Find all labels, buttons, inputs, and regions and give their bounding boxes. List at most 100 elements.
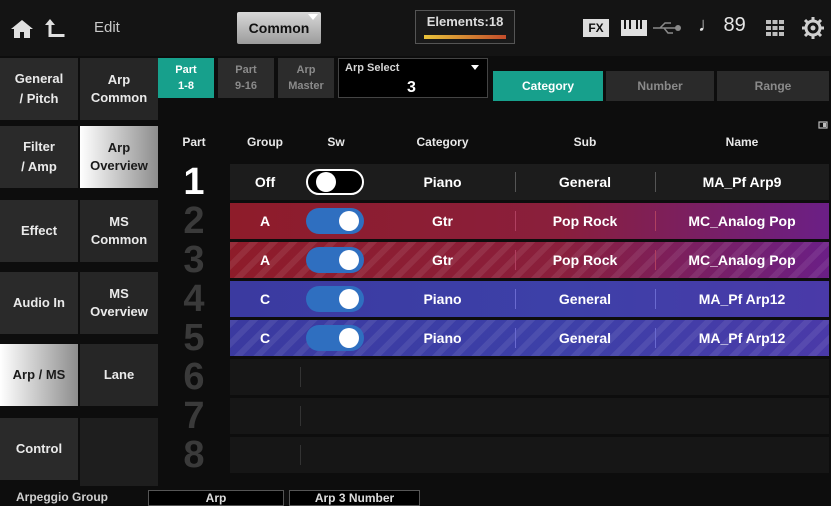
arp-button[interactable]: Arp: [148, 490, 284, 506]
elements-meter: [424, 35, 506, 39]
toggle-knob: [339, 328, 359, 348]
menu-effect-label: Effect: [20, 223, 58, 238]
toggle-knob: [339, 211, 359, 231]
category-cell[interactable]: Gtr: [370, 203, 515, 239]
table-row[interactable]: C Piano General MA_Pf Arp12: [230, 281, 829, 317]
group-cell[interactable]: Off: [230, 164, 300, 200]
common-button-label: Common: [248, 20, 310, 36]
sub-cell[interactable]: General: [515, 281, 655, 317]
arpeggio-group-label: Arpeggio Group: [16, 490, 108, 504]
tab-arp-master[interactable]: Arp Master: [278, 58, 334, 98]
name-cell[interactable]: MA_Pf Arp12: [655, 281, 829, 317]
submenu-lane-label: Lane: [103, 367, 135, 382]
toggle-knob: [339, 250, 359, 270]
menu-filter-amp-label: Filter / Amp: [21, 139, 57, 174]
column-divider: [300, 445, 301, 465]
sw-toggle[interactable]: [306, 247, 364, 273]
group-cell[interactable]: C: [230, 320, 300, 356]
usb-icon: [653, 22, 681, 34]
part-number: 6: [183, 356, 205, 398]
submenu-ms-common-label: MS Common: [90, 214, 148, 247]
elements-count: Elements:18: [426, 14, 504, 29]
part-number: 2: [183, 200, 205, 242]
column-divider: [300, 406, 301, 426]
part-number: 5: [183, 317, 205, 359]
seg-category[interactable]: Category: [493, 71, 603, 101]
menu-filter-amp[interactable]: Filter / Amp: [0, 126, 78, 188]
sub-cell[interactable]: General: [515, 320, 655, 356]
name-cell[interactable]: MA_Pf Arp9: [655, 164, 829, 200]
submenu-empty: [80, 418, 158, 486]
submenu-lane[interactable]: Lane: [80, 344, 158, 406]
table-row[interactable]: A Gtr Pop Rock MC_Analog Pop: [230, 242, 829, 278]
table-row-empty[interactable]: [230, 398, 829, 434]
sw-toggle[interactable]: [306, 169, 364, 195]
header-category: Category: [416, 135, 469, 149]
submenu-arp-common[interactable]: Arp Common: [80, 58, 158, 120]
header-name: Name: [725, 135, 759, 149]
category-cell[interactable]: Gtr: [370, 242, 515, 278]
submenu-arp-overview-label: Arp Overview: [90, 140, 148, 173]
menu-effect[interactable]: Effect: [0, 200, 78, 262]
sw-toggle[interactable]: [306, 325, 364, 351]
menu-control-label: Control: [15, 441, 63, 456]
tab-part-1-8[interactable]: Part 1-8: [158, 58, 214, 98]
submenu-arp-overview[interactable]: Arp Overview: [80, 126, 158, 188]
part-number: 8: [183, 434, 205, 476]
sub-cell[interactable]: Pop Rock: [515, 203, 655, 239]
table-row[interactable]: Off Piano General MA_Pf Arp9: [230, 164, 829, 200]
category-cell[interactable]: Piano: [370, 164, 515, 200]
sub-cell[interactable]: General: [515, 164, 655, 200]
arp3-number-field[interactable]: Arp 3 Number: [289, 490, 420, 506]
sw-toggle[interactable]: [306, 208, 364, 234]
arp-select-dropdown[interactable]: Arp Select 3: [338, 58, 488, 98]
gear-icon[interactable]: [802, 17, 824, 39]
table-row-empty[interactable]: [230, 359, 829, 395]
header-part: Part: [182, 135, 206, 149]
group-cell[interactable]: C: [230, 281, 300, 317]
dropdown-indicator-icon: [471, 65, 479, 70]
menu-arp-ms[interactable]: Arp / MS: [0, 344, 78, 406]
part-number: 7: [183, 395, 205, 437]
menu-arp-ms-label: Arp / MS: [12, 367, 66, 382]
name-cell[interactable]: MA_Pf Arp12: [655, 320, 829, 356]
back-arrow-icon[interactable]: [44, 17, 66, 39]
table-row[interactable]: A Gtr Pop Rock MC_Analog Pop: [230, 203, 829, 239]
home-icon[interactable]: [10, 19, 34, 39]
header-group: Group: [247, 135, 283, 149]
edit-title: Edit: [94, 19, 120, 36]
submenu-ms-overview[interactable]: MS Overview: [80, 272, 158, 334]
tab-part-9-16-label: Part 9-16: [234, 64, 258, 92]
submenu-ms-overview-label: MS Overview: [90, 286, 148, 319]
name-cell[interactable]: MC_Analog Pop: [655, 203, 829, 239]
table-row-empty[interactable]: [230, 437, 829, 473]
seg-range[interactable]: Range: [717, 71, 829, 101]
grid-icon[interactable]: [765, 19, 785, 37]
tab-part-9-16[interactable]: Part 9-16: [218, 58, 274, 98]
tab-arp-master-label: Arp Master: [288, 64, 324, 92]
category-cell[interactable]: Piano: [370, 281, 515, 317]
sub-cell[interactable]: Pop Rock: [515, 242, 655, 278]
arp-select-label: Arp Select: [345, 62, 400, 74]
table-row[interactable]: C Piano General MA_Pf Arp12: [230, 320, 829, 356]
category-cell[interactable]: Piano: [370, 320, 515, 356]
fx-badge[interactable]: FX: [583, 19, 609, 37]
menu-audio-in-label: Audio In: [13, 295, 65, 310]
group-cell[interactable]: A: [230, 203, 300, 239]
sw-toggle[interactable]: [306, 286, 364, 312]
tab-part-1-8-label: Part 1-8: [175, 64, 197, 92]
group-cell[interactable]: A: [230, 242, 300, 278]
common-button[interactable]: Common: [237, 12, 321, 44]
submenu-ms-common[interactable]: MS Common: [80, 200, 158, 262]
seg-number[interactable]: Number: [606, 71, 714, 101]
elements-indicator: Elements:18: [415, 10, 515, 44]
menu-general-pitch[interactable]: General / Pitch: [0, 58, 78, 120]
submenu-arp-common-label: Arp Common: [90, 72, 148, 105]
menu-audio-in[interactable]: Audio In: [0, 272, 78, 334]
name-cell[interactable]: MC_Analog Pop: [655, 242, 829, 278]
tempo-display[interactable]: ♩ 89: [698, 14, 746, 37]
header-sw: Sw: [327, 135, 345, 149]
menu-control[interactable]: Control: [0, 418, 78, 480]
arp-select-value: 3: [407, 79, 416, 96]
keyboard-icon[interactable]: [620, 18, 648, 38]
